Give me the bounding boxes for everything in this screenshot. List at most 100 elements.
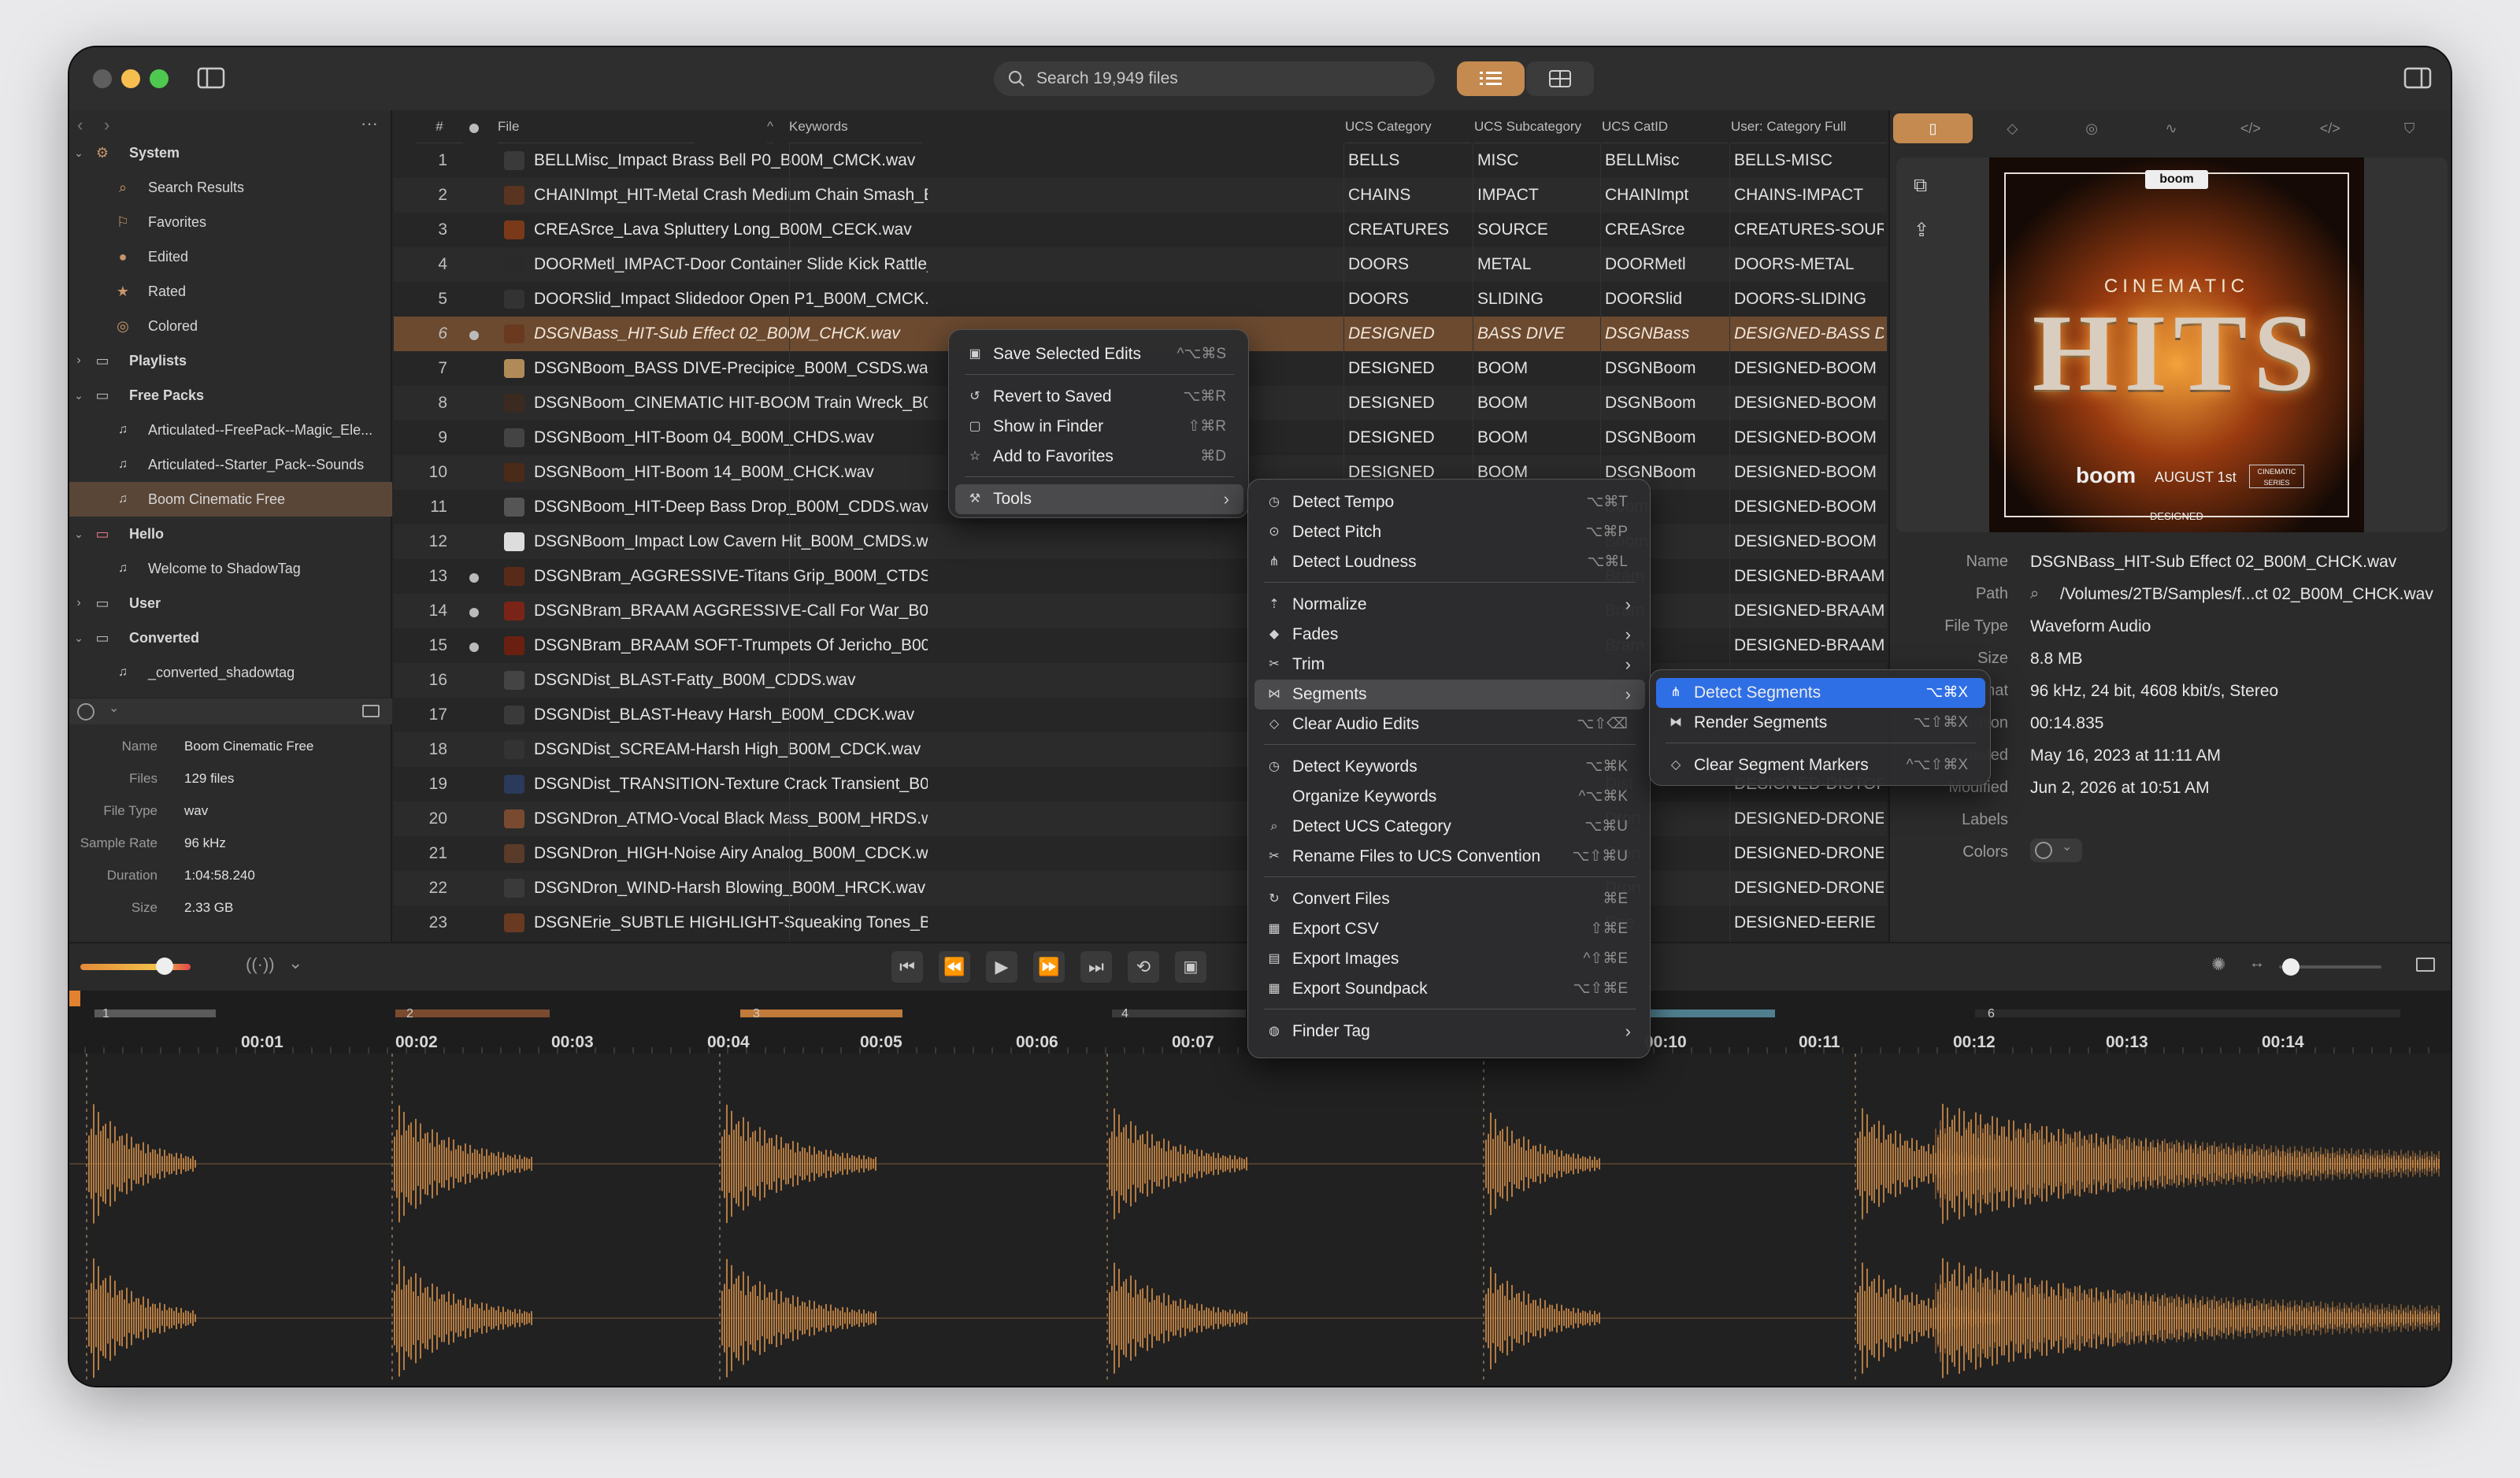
chevron-right-icon[interactable]: › — [69, 351, 88, 370]
menu-item-detect-pitch[interactable]: ⊙ Detect Pitch ⌥⌘P — [1254, 517, 1645, 547]
table-row[interactable]: 5 DOORSlid_Impact Slidedoor Open P1_B00M_… — [394, 282, 1887, 317]
volume-slider[interactable] — [80, 964, 191, 970]
panel-icon[interactable] — [2416, 958, 2435, 972]
sidebar-group-free-packs[interactable]: ⌄ ▭ Free Packs — [69, 378, 392, 413]
column-header-ucs-subcategory[interactable]: UCS Subcategory — [1474, 110, 1600, 143]
table-row[interactable]: 22 DSGNDron_WIND-Harsh Blowing_B00M_HRCK.… — [394, 871, 1887, 906]
resize-horizontal-icon[interactable]: ↔ — [2249, 954, 2265, 972]
tab-code-icon[interactable]: </> — [2211, 113, 2290, 143]
table-row[interactable]: 23 DSGNErie_SUBTLE HIGHLIGHT-Squeaking To… — [394, 906, 1887, 940]
chevron-down-icon[interactable]: ⌄ — [69, 143, 88, 162]
minimize-window-button[interactable] — [121, 69, 140, 88]
table-row[interactable]: 1 BELLMisc_Impact Brass Bell P0_B00M_CMCK… — [394, 143, 1887, 178]
menu-item-add-to-favorites[interactable]: ☆ Add to Favorites ⌘D — [955, 442, 1243, 472]
chevron-right-icon[interactable]: › — [69, 594, 88, 613]
menu-item-export-soundpack[interactable]: ▦ Export Soundpack ⌥⇧⌘E — [1254, 974, 1645, 1004]
volume-knob[interactable] — [156, 958, 173, 975]
sidebar-toggle-icon[interactable] — [197, 66, 225, 94]
tab-code-alt-icon[interactable]: </> — [2290, 113, 2370, 143]
sidebar-item-search-results[interactable]: ⌕ Search Results — [69, 170, 392, 205]
table-row[interactable]: 2 CHAINImpt_HIT-Metal Crash Medium Chain … — [394, 178, 1887, 213]
menu-item-export-csv[interactable]: ▦ Export CSV ⇧⌘E — [1254, 914, 1645, 944]
zoom-window-button[interactable] — [150, 69, 169, 88]
sidebar-item-converted[interactable]: ♫ _converted_shadowtag — [69, 655, 392, 690]
menu-item-segments[interactable]: ⋈ Segments › — [1254, 680, 1645, 709]
chevron-down-icon[interactable]: ⌄ — [69, 628, 88, 647]
table-row[interactable]: 21 DSGNDron_HIGH-Noise Airy Analog_B00M_C… — [394, 836, 1887, 871]
table-row[interactable]: 4 DOORMetl_IMPACT-Door Container Slide Ki… — [394, 247, 1887, 282]
sidebar-group-hello[interactable]: ⌄ ▭ Hello — [69, 517, 392, 551]
column-header-keywords[interactable]: Keywords — [789, 110, 923, 143]
column-header-file[interactable]: File — [498, 110, 695, 143]
share-icon[interactable]: ⇪ — [1914, 219, 1929, 242]
back-icon[interactable]: ‹ — [77, 115, 83, 135]
play-icon[interactable]: ▶ — [986, 951, 1017, 983]
sidebar-group-user[interactable]: › ▭ User — [69, 586, 392, 620]
tab-shield-icon[interactable]: ⛉ — [2370, 113, 2449, 143]
sort-chevron-icon[interactable]: ^ — [767, 110, 773, 143]
sidebar-item-pack[interactable]: ♫ Articulated--FreePack--Magic_Ele... — [69, 413, 392, 447]
sidebar-item-pack[interactable]: ♫ Articulated--Starter_Pack--Sounds — [69, 447, 392, 482]
menu-item-rename-files-to-ucs-convention[interactable]: ✂ Rename Files to UCS Convention ⌥⇧⌘U — [1254, 842, 1645, 872]
sidebar-group-playlists[interactable]: › ▭ Playlists — [69, 343, 392, 378]
skip-forward-icon[interactable]: ⏭ — [1080, 951, 1112, 983]
menu-item-show-in-finder[interactable]: ▢ Show in Finder ⇧⌘R — [955, 412, 1243, 442]
menu-item-detect-segments[interactable]: ⋔ Detect Segments ⌥⌘X — [1656, 678, 1985, 708]
sidebar-group-system[interactable]: ⌄ ⚙ System — [69, 135, 392, 170]
color-picker[interactable]: ⌄ — [2030, 839, 2082, 862]
menu-item-detect-ucs-category[interactable]: ⌕ Detect UCS Category ⌥⌘U — [1254, 812, 1645, 842]
menu-item-detect-tempo[interactable]: ◷ Detect Tempo ⌥⌘T — [1254, 487, 1645, 517]
more-icon[interactable]: ··· — [361, 113, 378, 134]
tab-target-icon[interactable]: ◎ — [2052, 113, 2132, 143]
menu-item-revert-to-saved[interactable]: ↺ Revert to Saved ⌥⌘R — [955, 382, 1243, 412]
sidebar-item-favorites[interactable]: ⚐ Favorites — [69, 205, 392, 239]
rewind-icon[interactable]: ⏪ — [939, 951, 970, 983]
menu-item-render-segments[interactable]: ⧓ Render Segments ⌥⇧⌘X — [1656, 708, 1985, 738]
menu-item-normalize[interactable]: ⇡ Normalize › — [1254, 590, 1645, 620]
zoom-knob[interactable] — [2282, 958, 2300, 976]
menu-item-organize-keywords[interactable]: Organize Keywords ^⌥⌘K — [1254, 782, 1645, 812]
table-row[interactable]: 20 DSGNDron_ATMO-Vocal Black Mass_B00M_HR… — [394, 802, 1887, 836]
chevron-down-icon[interactable]: ⌄ — [69, 524, 88, 543]
sidebar-group-converted[interactable]: ⌄ ▭ Converted — [69, 620, 392, 655]
menu-item-save-selected-edits[interactable]: ▣ Save Selected Edits ^⌥⌘S — [955, 339, 1243, 369]
column-header-ucs-catid[interactable]: UCS CatID — [1602, 110, 1728, 143]
table-row[interactable]: 12 DSGNBoom_Impact Low Cavern Hit_B00M_CM… — [394, 524, 1887, 559]
sidebar-item-edited[interactable]: ● Edited — [69, 239, 392, 274]
tab-file-icon[interactable]: ▯ — [1893, 113, 1973, 143]
list-view-button[interactable] — [1457, 61, 1525, 96]
close-window-button[interactable] — [93, 69, 112, 88]
broadcast-icon[interactable]: ((·)) — [246, 954, 275, 975]
menu-item-trim[interactable]: ✂ Trim › — [1254, 650, 1645, 680]
search-icon[interactable]: ⌕ — [2030, 585, 2039, 603]
tab-wave-icon[interactable]: ∿ — [2132, 113, 2211, 143]
menu-item-detect-keywords[interactable]: ◷ Detect Keywords ⌥⌘K — [1254, 752, 1645, 782]
waveform-zoom-icon[interactable]: ✺ — [2211, 954, 2225, 975]
chevron-down-icon[interactable]: ⌄ — [288, 953, 302, 973]
forward-icon[interactable]: › — [104, 115, 109, 135]
tab-tag-icon[interactable]: ◇ — [1973, 113, 2052, 143]
table-row[interactable]: 14 DSGNBram_BRAAM AGGRESSIVE-Call For War… — [394, 594, 1887, 628]
menu-item-clear-audio-edits[interactable]: ◇ Clear Audio Edits ⌥⇧⌫ — [1254, 709, 1645, 739]
menu-item-finder-tag[interactable]: ◍ Finder Tag › — [1254, 1017, 1645, 1046]
sidebar-item-rated[interactable]: ★ Rated — [69, 274, 392, 309]
column-header-user-category[interactable]: User: Category Full — [1731, 110, 1887, 143]
loop-icon[interactable]: ⟲ — [1128, 951, 1159, 983]
panel-icon[interactable] — [362, 705, 380, 717]
menu-item-convert-files[interactable]: ↻ Convert Files ⌘E — [1254, 884, 1645, 914]
menu-item-fades[interactable]: ◆ Fades › — [1254, 620, 1645, 650]
sidebar-item-boom-cinematic-free[interactable]: ♫ Boom Cinematic Free — [69, 482, 392, 517]
skip-back-icon[interactable]: ⏮ — [891, 951, 923, 983]
menu-item-export-images[interactable]: ▤ Export Images ^⇧⌘E — [1254, 944, 1645, 974]
fast-forward-icon[interactable]: ⏩ — [1033, 951, 1065, 983]
column-header-ucs-category[interactable]: UCS Category — [1345, 110, 1471, 143]
table-row[interactable]: 13 DSGNBram_AGGRESSIVE-Titans Grip_B00M_C… — [394, 559, 1887, 594]
column-header-dot-icon[interactable] — [469, 124, 479, 133]
menu-item-clear-segment-markers[interactable]: ◇ Clear Segment Markers ^⌥⇧⌘X — [1656, 750, 1985, 780]
menu-item-detect-loudness[interactable]: ⋔ Detect Loudness ⌥⌘L — [1254, 547, 1645, 577]
inspector-toggle-icon[interactable] — [2403, 66, 2432, 94]
sidebar-item-welcome[interactable]: ♫ Welcome to ShadowTag — [69, 551, 392, 586]
menu-item-tools[interactable]: ⚒ Tools › — [955, 484, 1243, 514]
column-header-number[interactable]: # — [416, 110, 463, 143]
chevron-down-icon[interactable]: ⌄ — [109, 700, 119, 716]
